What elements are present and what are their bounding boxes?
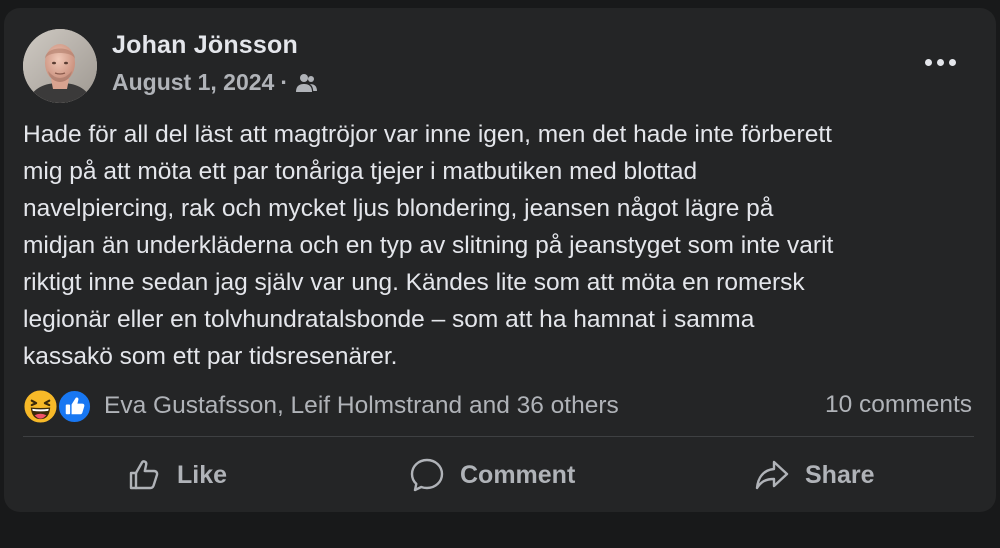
like-button[interactable]: Like bbox=[125, 453, 227, 497]
comment-icon bbox=[410, 458, 444, 492]
friends-icon bbox=[296, 73, 318, 92]
share-button[interactable]: Share bbox=[753, 453, 874, 497]
post-date[interactable]: August 1, 2024 bbox=[112, 69, 274, 96]
comment-button[interactable]: Comment bbox=[408, 453, 575, 497]
like-reaction-icon bbox=[57, 389, 92, 424]
more-dot bbox=[948, 58, 956, 66]
comments-count[interactable]: 10 comments bbox=[825, 391, 972, 419]
divider bbox=[23, 436, 974, 437]
avatar[interactable] bbox=[23, 29, 97, 103]
reactions-summary[interactable]: Eva Gustafsson, Leif Holmstrand and 36 o… bbox=[23, 388, 619, 424]
avatar-photo bbox=[23, 29, 97, 103]
post-text: Hade för all del läst att magtröjor var … bbox=[23, 121, 834, 370]
author-name[interactable]: Johan Jönsson bbox=[112, 31, 298, 60]
reaction-names[interactable]: Eva Gustafsson, Leif Holmstrand and 36 o… bbox=[104, 392, 619, 420]
post-meta: August 1, 2024 · bbox=[112, 69, 318, 96]
comment-label: Comment bbox=[460, 460, 576, 489]
more-options-button[interactable] bbox=[912, 44, 968, 80]
meta-separator: · bbox=[280, 69, 289, 95]
reaction-icons bbox=[23, 388, 97, 424]
more-dot bbox=[924, 58, 932, 66]
like-label: Like bbox=[177, 460, 228, 489]
post-card: Johan Jönsson August 1, 2024 · Hade för … bbox=[4, 8, 996, 512]
thumbs-up-icon bbox=[129, 460, 159, 490]
share-label: Share bbox=[805, 460, 875, 489]
more-dot bbox=[936, 58, 944, 66]
haha-icon bbox=[23, 389, 58, 424]
share-icon bbox=[755, 460, 789, 490]
